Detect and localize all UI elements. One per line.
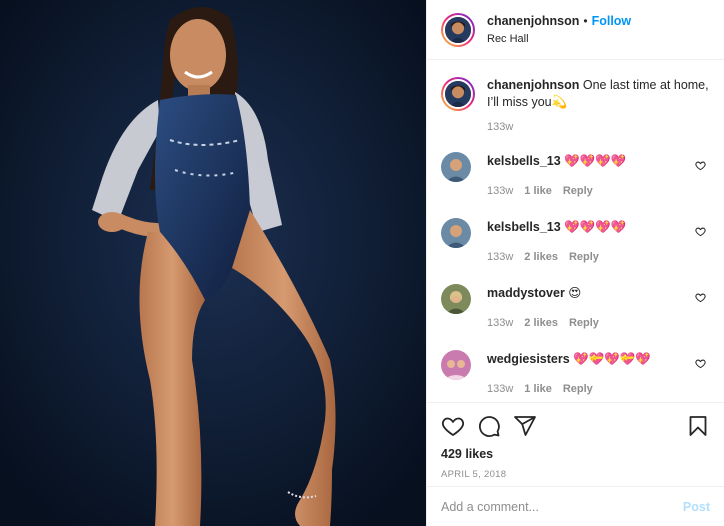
comment-item: maddystover 😍 133w 2 likes Reply bbox=[441, 284, 710, 331]
post-photo[interactable] bbox=[0, 0, 426, 526]
likes-count[interactable]: 429 likes bbox=[441, 447, 710, 461]
add-comment-bar: Post bbox=[427, 486, 724, 526]
share-icon[interactable] bbox=[513, 414, 537, 438]
commenter-username[interactable]: wedgiesisters bbox=[487, 352, 570, 366]
heart-icon[interactable] bbox=[695, 358, 706, 369]
post-actions: 429 likes APRIL 5, 2018 bbox=[427, 402, 724, 486]
post-caption: chanenjohnson One last time at home, I’l… bbox=[441, 77, 710, 111]
commenter-avatar[interactable] bbox=[441, 350, 471, 380]
comment-text: 💖💖💖💖 bbox=[564, 154, 627, 168]
follow-button[interactable]: Follow bbox=[592, 14, 632, 28]
reply-button[interactable]: Reply bbox=[563, 381, 593, 397]
post-comment-button[interactable]: Post bbox=[683, 500, 710, 514]
bookmark-icon[interactable] bbox=[686, 414, 710, 438]
gymnast-photo bbox=[0, 0, 426, 526]
commenter-username[interactable]: kelsbells_13 bbox=[487, 220, 561, 234]
commenter-avatar[interactable] bbox=[441, 152, 471, 182]
heart-icon[interactable] bbox=[695, 226, 706, 237]
reply-button[interactable]: Reply bbox=[569, 249, 599, 265]
comment-item: wedgiesisters 💖💝💖💝💖 133w 1 like Reply bbox=[441, 350, 710, 397]
comment-input[interactable] bbox=[441, 499, 683, 514]
comment-likes[interactable]: 2 likes bbox=[524, 315, 558, 331]
comment-item: kelsbells_13 💖💖💖💖 133w 1 like Reply bbox=[441, 152, 710, 199]
caption-username[interactable]: chanenjohnson bbox=[487, 78, 579, 92]
comment-icon[interactable] bbox=[477, 414, 501, 438]
comment-time[interactable]: 133w bbox=[487, 249, 513, 265]
heart-icon[interactable] bbox=[695, 292, 706, 303]
heart-icon[interactable] bbox=[441, 414, 465, 438]
comments-list[interactable]: chanenjohnson One last time at home, I’l… bbox=[427, 61, 724, 402]
heart-icon[interactable] bbox=[695, 160, 706, 171]
reply-button[interactable]: Reply bbox=[569, 315, 599, 331]
comment-time[interactable]: 133w bbox=[487, 183, 513, 199]
commenter-username[interactable]: maddystover bbox=[487, 286, 565, 300]
commenter-avatar[interactable] bbox=[441, 284, 471, 314]
comment-time[interactable]: 133w bbox=[487, 315, 513, 331]
comment-time[interactable]: 133w bbox=[487, 381, 513, 397]
location-link[interactable]: Rec Hall bbox=[487, 31, 631, 47]
separator-dot: • bbox=[583, 13, 588, 28]
commenter-username[interactable]: kelsbells_13 bbox=[487, 154, 561, 168]
commenter-avatar[interactable] bbox=[441, 218, 471, 248]
post-date[interactable]: APRIL 5, 2018 bbox=[441, 469, 710, 480]
author-username[interactable]: chanenjohnson bbox=[487, 14, 579, 28]
post-sidebar: chanenjohnson • Follow Rec Hall chanenjohn… bbox=[426, 0, 724, 526]
comment-likes[interactable]: 2 likes bbox=[524, 249, 558, 265]
author-avatar[interactable] bbox=[441, 12, 475, 47]
comment-item: kelsbells_13 💖💖💖💖 133w 2 likes Reply bbox=[441, 218, 710, 265]
comment-likes[interactable]: 1 like bbox=[524, 183, 552, 199]
reply-button[interactable]: Reply bbox=[563, 183, 593, 199]
caption-time[interactable]: 133w bbox=[487, 121, 710, 133]
comment-text: 💖💝💖💝💖 bbox=[573, 352, 651, 366]
comment-text: 😍 bbox=[568, 286, 582, 300]
comment-likes[interactable]: 1 like bbox=[524, 381, 552, 397]
comment-text: 💖💖💖💖 bbox=[564, 220, 627, 234]
post-header: chanenjohnson • Follow Rec Hall bbox=[427, 0, 724, 60]
caption-avatar[interactable] bbox=[441, 77, 475, 111]
